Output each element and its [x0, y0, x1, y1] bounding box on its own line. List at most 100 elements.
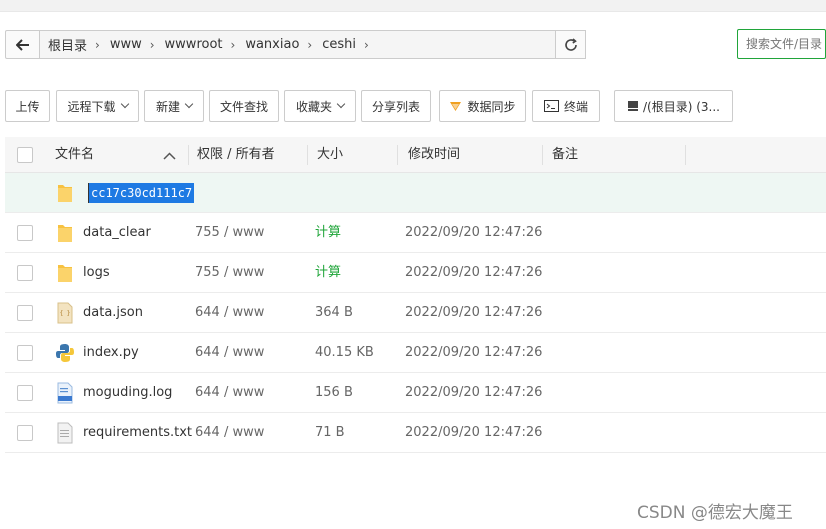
file-name[interactable]: index.py — [83, 333, 139, 373]
file-mtime: 2022/09/20 12:47:26 — [405, 305, 543, 320]
sort-chevron-up-icon[interactable] — [163, 152, 176, 160]
file-size: 156 B — [315, 385, 353, 400]
sync-icon — [450, 101, 462, 111]
rename-input[interactable]: cc17c30cd111c7 — [88, 183, 195, 203]
file-name[interactable]: data.json — [83, 293, 143, 333]
column-divider — [542, 145, 543, 165]
column-divider — [307, 145, 308, 165]
file-name[interactable]: moguding.log — [83, 373, 172, 413]
file-name[interactable]: logs — [83, 253, 110, 293]
breadcrumb-item[interactable]: ceshi — [322, 37, 356, 52]
file-size[interactable]: 计算 — [315, 213, 341, 253]
table-row[interactable]: moguding.log 644 / www 156 B 2022/09/20 … — [5, 373, 826, 413]
folder-icon — [58, 225, 72, 242]
json-file-icon: { } — [57, 302, 73, 324]
row-checkbox[interactable] — [17, 265, 33, 281]
table-row[interactable]: requirements.txt 644 / www 71 B 2022/09/… — [5, 413, 826, 453]
file-mtime: 2022/09/20 12:47:26 — [405, 265, 543, 280]
disk-button[interactable]: /(根目录) (3... — [614, 90, 733, 122]
terminal-icon — [543, 100, 559, 112]
file-perm[interactable]: 644 / www — [195, 373, 264, 413]
table-row[interactable]: logs 755 / www 计算 2022/09/20 12:47:26 — [5, 253, 826, 293]
search-input[interactable] — [737, 29, 826, 59]
share-list-button[interactable]: 分享列表 — [361, 90, 431, 122]
chevron-right-icon: › — [307, 37, 313, 52]
upload-button[interactable]: 上传 — [5, 90, 50, 122]
breadcrumb-item[interactable]: wanxiao — [245, 37, 299, 52]
data-sync-label: 数据同步 — [467, 99, 516, 114]
chevron-right-icon: › — [230, 37, 236, 52]
file-perm[interactable]: 755 / www — [195, 213, 264, 253]
breadcrumb-item[interactable]: wwwroot — [165, 37, 223, 52]
row-checkbox[interactable] — [17, 425, 33, 441]
breadcrumb-item[interactable]: 根目录 — [48, 35, 87, 54]
new-label: 新建 — [155, 99, 180, 114]
folder-icon — [58, 185, 72, 202]
row-checkbox[interactable] — [17, 305, 33, 321]
terminal-button[interactable]: 终端 — [532, 90, 600, 122]
file-mtime: 2022/09/20 12:47:26 — [405, 385, 543, 400]
file-name[interactable]: data_clear — [83, 213, 151, 253]
disk-label: /(根目录) (3... — [643, 99, 720, 114]
chevron-down-icon — [184, 99, 194, 109]
header-size[interactable]: 大小 — [317, 137, 343, 173]
back-arrow-icon — [15, 38, 29, 51]
refresh-button[interactable] — [555, 30, 586, 59]
watermark: CSDN @德宏大魔王 — [637, 503, 793, 523]
file-perm[interactable]: 755 / www — [195, 253, 264, 293]
file-mtime: 2022/09/20 12:47:26 — [405, 425, 543, 440]
column-divider — [188, 145, 189, 165]
table-row[interactable]: { } data.json 644 / www 364 B 2022/09/20… — [5, 293, 826, 333]
header-perm: 权限 / 所有者 — [197, 147, 275, 162]
top-strip — [0, 0, 826, 12]
table-row[interactable]: index.py 644 / www 40.15 KB 2022/09/20 1… — [5, 333, 826, 373]
upload-label: 上传 — [15, 99, 40, 114]
text-file-icon — [57, 422, 73, 444]
select-all-checkbox[interactable] — [17, 147, 33, 163]
breadcrumb-item[interactable]: www — [110, 37, 142, 52]
favorites-label: 收藏夹 — [295, 99, 332, 114]
file-mtime: 2022/09/20 12:47:26 — [405, 345, 543, 360]
back-button[interactable] — [5, 30, 40, 59]
header-mtime[interactable]: 修改时间 — [408, 137, 460, 173]
file-perm[interactable]: 644 / www — [195, 333, 264, 373]
remote-download-button[interactable]: 远程下载 — [56, 90, 139, 122]
breadcrumb: 根目录 › www › wwwroot › wanxiao › ceshi › — [39, 30, 556, 59]
favorites-button[interactable]: 收藏夹 — [284, 90, 356, 122]
data-sync-button[interactable]: 数据同步 — [439, 90, 526, 122]
new-folder-row[interactable]: cc17c30cd111c7 — [5, 173, 826, 213]
remote-download-label: 远程下载 — [67, 99, 116, 114]
python-file-icon — [56, 344, 74, 362]
file-perm[interactable]: 644 / www — [195, 293, 264, 333]
row-checkbox[interactable] — [17, 385, 33, 401]
share-list-label: 分享列表 — [371, 99, 420, 114]
chevron-right-icon: › — [364, 37, 369, 52]
disk-icon — [628, 101, 638, 111]
file-mtime: 2022/09/20 12:47:26 — [405, 225, 543, 240]
file-search-label: 文件查找 — [219, 99, 268, 114]
folder-icon — [58, 265, 72, 282]
row-checkbox[interactable] — [17, 225, 33, 241]
header-name[interactable]: 文件名 — [55, 137, 94, 173]
file-table-header: 文件名 权限 / 所有者 大小 修改时间 备注 — [5, 137, 826, 173]
file-perm[interactable]: 644 / www — [195, 413, 264, 453]
file-size[interactable]: 计算 — [315, 253, 341, 293]
table-row[interactable]: data_clear 755 / www 计算 2022/09/20 12:47… — [5, 213, 826, 253]
chevron-right-icon: › — [149, 37, 155, 52]
chevron-down-icon — [336, 99, 346, 109]
new-button[interactable]: 新建 — [144, 90, 204, 122]
file-size: 71 B — [315, 425, 345, 440]
column-divider — [397, 145, 398, 165]
terminal-label: 终端 — [563, 99, 588, 114]
row-checkbox[interactable] — [17, 345, 33, 361]
refresh-icon — [564, 37, 577, 51]
header-note: 备注 — [552, 147, 579, 162]
file-search-button[interactable]: 文件查找 — [209, 90, 279, 122]
svg-text:{ }: { } — [60, 310, 71, 317]
column-divider — [685, 145, 686, 165]
chevron-right-icon: › — [95, 37, 100, 52]
file-size: 364 B — [315, 305, 353, 320]
chevron-down-icon — [120, 99, 129, 109]
file-name[interactable]: requirements.txt — [83, 413, 192, 453]
log-file-icon — [57, 382, 73, 404]
